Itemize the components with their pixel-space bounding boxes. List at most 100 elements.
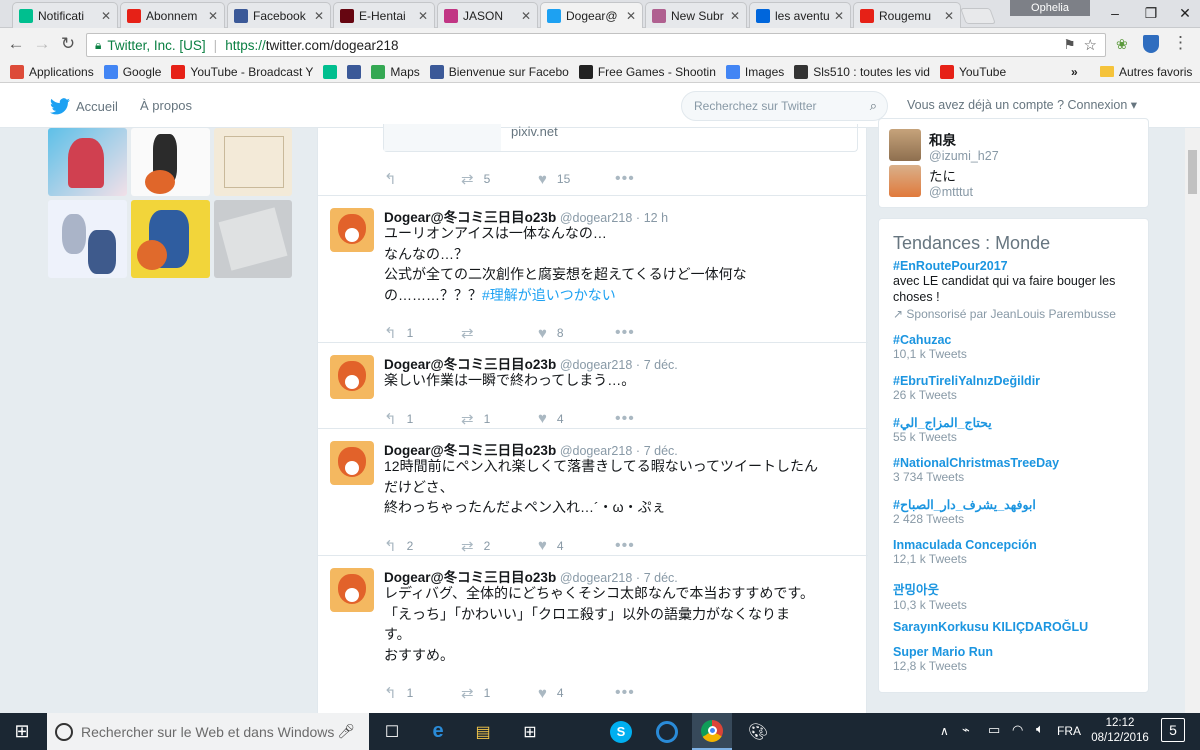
search-input[interactable]: Recherchez sur Twitter ⌕ [681, 91, 888, 121]
media-thumbnail[interactable] [131, 200, 210, 278]
trend-item[interactable]: Super Mario Run 12,8 k Tweets [893, 645, 1153, 673]
close-tab-icon[interactable]: ✕ [101, 9, 111, 23]
bookmark-item[interactable]: YouTube - Broadcast Y [171, 64, 313, 79]
menu-icon[interactable]: ⋮ [1172, 33, 1189, 53]
retweet-button[interactable]: ⇄ 1 [461, 410, 538, 428]
media-thumbnail[interactable] [131, 128, 210, 196]
windows-start-icon[interactable]: ⊞ [2, 713, 42, 750]
bookmarks-overflow-icon[interactable]: » [1071, 65, 1078, 79]
browser-tab[interactable]: New Subr ✕ [645, 2, 747, 28]
browser-tab[interactable]: Notificati ✕ [12, 2, 118, 28]
avatar[interactable] [330, 568, 374, 612]
close-window-icon[interactable]: ✕ [1167, 0, 1200, 26]
trend-item[interactable]: SarayınKorkusu KILIÇDAROĞLU [893, 620, 1153, 634]
retweet-button[interactable]: ⇄ 1 [461, 684, 538, 702]
bookmark-item[interactable]: Bienvenue sur Facebo [429, 64, 569, 79]
other-bookmarks[interactable]: Autres favoris [1100, 65, 1192, 79]
extension-icon[interactable]: ❀ [1116, 36, 1128, 53]
action-center-icon[interactable]: 5 [1161, 718, 1185, 742]
close-tab-icon[interactable]: ✕ [834, 9, 844, 23]
paint-icon[interactable]: 🎨︎ [738, 713, 778, 750]
tweet[interactable]: Dogear@冬コミ三日目o23b @dogear218 · 7 déc. 12… [318, 429, 868, 556]
more-icon[interactable]: ••• [615, 537, 635, 555]
tweet[interactable]: Dogear@冬コミ三日目o23b @dogear218 · 7 déc. レデ… [318, 556, 868, 714]
bookmark-item[interactable]: Images [725, 64, 784, 79]
retweet-button[interactable]: ⇄ [461, 324, 538, 342]
new-tab-button[interactable] [960, 8, 996, 24]
bookmark-item[interactable]: Applications [10, 64, 94, 79]
media-thumbnail[interactable] [48, 200, 127, 278]
more-icon[interactable]: ••• [615, 684, 635, 702]
trend-item[interactable]: #ابوفهد_يشرف_دار_الصباح 2 428 Tweets [893, 497, 1153, 526]
bookmark-item[interactable]: Maps [371, 64, 420, 79]
trend-item[interactable]: #EbruTireliYalnızDeğildir 26 k Tweets [893, 374, 1153, 402]
task-view-icon[interactable]: ☐ [372, 713, 412, 750]
retweet-button[interactable]: ⇄ 2 [461, 537, 538, 555]
avatar[interactable] [330, 208, 374, 252]
like-button[interactable]: ♥ 8 [538, 325, 615, 342]
like-button[interactable]: ♥ 15 [538, 171, 615, 188]
edge-icon[interactable]: e [418, 713, 458, 750]
volume-icon[interactable]: 🔈︎ [1036, 721, 1044, 737]
reply-button[interactable]: ↰ 1 [384, 324, 461, 342]
trend-item[interactable]: #NationalChristmasTreeDay 3 734 Tweets [893, 456, 1153, 484]
link-card[interactable]: pixiv.net [383, 124, 858, 152]
search-icon[interactable]: ⌕ [870, 98, 877, 114]
browser-tab[interactable]: E-Hentai ✕ [333, 2, 435, 28]
bookmark-item[interactable]: Free Games - Shootin [578, 64, 716, 79]
tweet[interactable]: Dogear@冬コミ三日目o23b @dogear218 · 7 déc. 楽し… [318, 343, 868, 429]
close-tab-icon[interactable]: ✕ [418, 9, 428, 23]
maximize-icon[interactable]: ❐ [1133, 0, 1169, 26]
trend-item[interactable]: Inmaculada Concepción 12,1 k Tweets [893, 538, 1153, 566]
follow-suggestion[interactable]: 和泉 @izumi_h27 [889, 129, 999, 163]
chrome-icon[interactable] [692, 713, 732, 750]
battery-icon[interactable]: ▭ [988, 722, 1000, 738]
avatar[interactable] [330, 355, 374, 399]
close-tab-icon[interactable]: ✕ [521, 9, 531, 23]
trend-item[interactable]: #EnRoutePour2017 avec LE candidat qui va … [893, 259, 1153, 321]
media-thumbnail[interactable] [214, 128, 292, 196]
close-tab-icon[interactable]: ✕ [944, 9, 954, 23]
store-icon[interactable]: ⊞ [510, 713, 550, 750]
hashtag-link[interactable]: #理解が追いつかない [482, 287, 616, 303]
media-thumbnail[interactable] [214, 200, 292, 278]
forward-icon[interactable]: → [32, 34, 52, 54]
minimize-icon[interactable]: – [1097, 0, 1133, 26]
browser-tab[interactable]: JASON ✕ [437, 2, 538, 28]
reply-button[interactable]: ↰ 2 [384, 537, 461, 555]
bookmark-item[interactable]: Google [103, 64, 161, 79]
file-explorer-icon[interactable]: ▤ [463, 713, 503, 750]
more-icon[interactable]: ••• [615, 410, 635, 428]
wifi-icon[interactable]: ◠ [1012, 722, 1023, 738]
microphone-icon[interactable]: 🎤︎ [337, 723, 355, 740]
network-icon[interactable]: ⌁ [962, 722, 970, 738]
back-icon[interactable]: ← [6, 34, 26, 54]
browser-tab[interactable]: Abonnem ✕ [120, 2, 225, 28]
bookmark-item[interactable]: YouTube [939, 64, 1006, 79]
bookmark-item[interactable] [323, 64, 338, 79]
show-hidden-icons[interactable]: ∧ [940, 724, 949, 738]
like-button[interactable]: ♥ 4 [538, 537, 615, 554]
clock[interactable]: 12:12 08/12/2016 [1090, 716, 1150, 746]
bookmark-star-icon[interactable]: ☆ [1084, 36, 1097, 54]
nav-home[interactable]: Accueil [50, 98, 118, 115]
like-button[interactable]: ♥ 4 [538, 410, 615, 427]
address-bar[interactable]: 🔒︎ Twitter, Inc. [US] | https:// twitter… [86, 33, 1106, 57]
browser-tab[interactable]: Rougemu ✕ [853, 2, 961, 28]
browser-tab[interactable]: Facebook ✕ [227, 2, 331, 28]
more-icon[interactable]: ••• [615, 170, 635, 188]
skype-icon[interactable]: S [601, 713, 641, 750]
reload-icon[interactable]: ↻ [58, 34, 78, 54]
reply-button[interactable]: ↰ [384, 170, 461, 188]
close-tab-icon[interactable]: ✕ [730, 9, 740, 23]
close-tab-icon[interactable]: ✕ [626, 9, 636, 23]
profile-name[interactable]: Ophelia [1010, 0, 1090, 16]
scrollbar[interactable] [1185, 128, 1200, 713]
avatar[interactable] [330, 441, 374, 485]
follow-suggestion[interactable]: たに @mtttut [889, 165, 973, 199]
tweet[interactable]: Dogear@冬コミ三日目o23b @dogear218 · 12 h ユーリオ… [318, 196, 868, 343]
taskbar-search[interactable]: Rechercher sur le Web et dans Windows 🎤︎ [47, 713, 369, 750]
nav-about[interactable]: À propos [140, 98, 192, 113]
trend-item[interactable]: 관밍아웃 10,3 k Tweets [893, 579, 1153, 612]
ccleaner-icon[interactable] [647, 713, 687, 750]
